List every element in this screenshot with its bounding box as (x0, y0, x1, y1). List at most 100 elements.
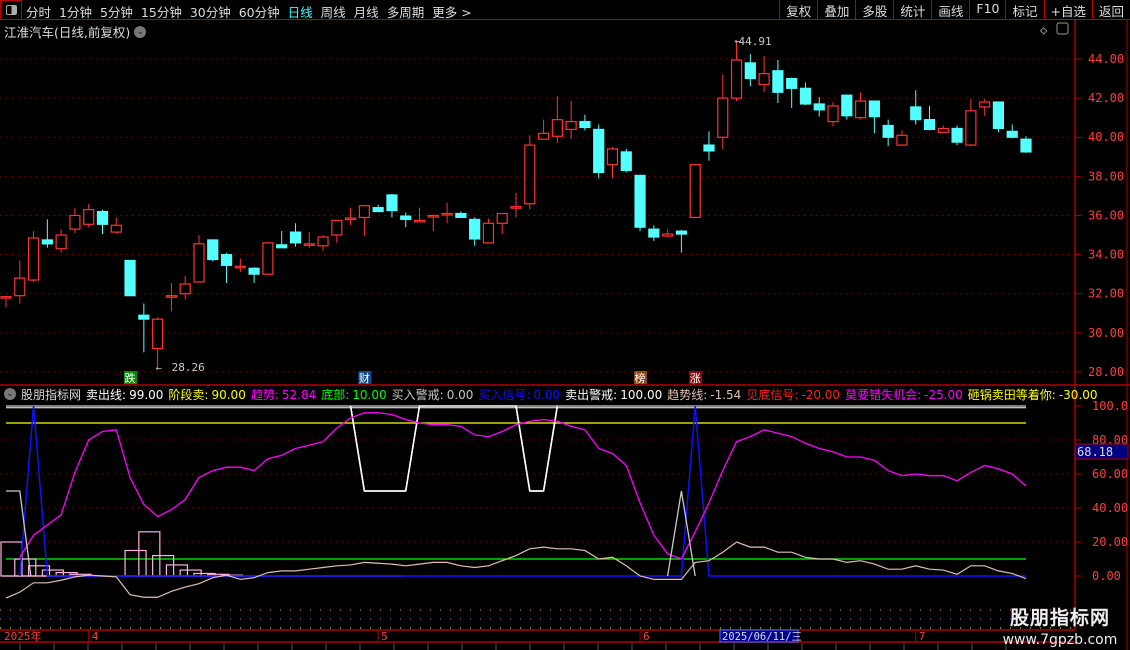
candlestick (730, 41, 743, 102)
candle-body (551, 119, 563, 137)
candlestick (841, 94, 853, 120)
candle-body (138, 314, 150, 320)
candle-body (0, 296, 12, 299)
candle-body (27, 237, 40, 281)
candle-body (923, 119, 936, 131)
candle-body (799, 87, 812, 105)
price-axis-label: 40.00 (1088, 130, 1124, 144)
chart-area[interactable]: 44.0042.0040.0038.0036.0034.0032.0030.00… (0, 0, 1130, 650)
price-axis-label: 32.00 (1088, 287, 1124, 301)
legend-value: 52.84 (281, 387, 317, 402)
candle-body (620, 151, 632, 172)
candlestick (207, 239, 219, 262)
candle-body (868, 100, 880, 118)
indicator-name[interactable]: 股朋指标网 (21, 386, 81, 403)
time-axis-label: 7 (919, 630, 926, 643)
candle-body (193, 243, 205, 283)
candlestick (827, 102, 839, 127)
candlestick (138, 303, 150, 353)
candlestick (882, 119, 894, 147)
candlestick (992, 101, 1005, 133)
sell-alert-segment (404, 405, 421, 492)
candle-body (96, 210, 109, 225)
candle-body (179, 283, 191, 295)
price-axis-label: 44.00 (1088, 52, 1124, 66)
candle-body (14, 277, 26, 297)
time-axis-label: 6 (643, 630, 650, 643)
candle-body (537, 132, 550, 140)
candlestick (744, 54, 756, 87)
indicator-menu-icon[interactable]: ⌄ (4, 388, 16, 400)
candle-body (951, 127, 963, 143)
candlestick (331, 219, 343, 243)
candlestick (689, 164, 701, 219)
candle-body (248, 267, 260, 275)
candle-body (344, 217, 357, 221)
price-axis-label: 38.00 (1088, 169, 1124, 183)
candle-body (689, 164, 701, 219)
legend-label: 趋势线: (667, 387, 708, 402)
candlestick (193, 235, 205, 283)
candle-body (413, 219, 426, 223)
legend-label: 买入警戒: (391, 387, 444, 402)
candle-body (372, 207, 384, 213)
trend-line (19, 412, 1027, 560)
signal-badge-text: 跌 (125, 371, 136, 385)
candle-body (772, 70, 784, 93)
candlestick (799, 82, 812, 105)
legend-value: 99.00 (129, 387, 164, 402)
legend-value: 0.00 (533, 387, 561, 402)
price-axis-label: 28.00 (1088, 365, 1124, 379)
candlestick (510, 192, 522, 218)
candle-body (207, 239, 219, 261)
candle-body (1006, 130, 1018, 138)
candle-body (441, 212, 453, 216)
arrow-icon: ← (735, 36, 741, 47)
candlestick (110, 217, 122, 235)
legend-label: 阶段卖: (168, 387, 209, 402)
candlestick (965, 99, 977, 147)
legend-value: -20.00 (801, 387, 841, 402)
legend-item: 见底信号: -20.00 (746, 386, 840, 403)
arrow-icon: ← (156, 363, 162, 374)
candle-body (165, 295, 178, 298)
candle-body (703, 144, 715, 152)
price-axis-label: 42.00 (1088, 91, 1124, 105)
legend-label: 趋势: (250, 387, 279, 402)
candlestick (234, 258, 246, 273)
candlestick (262, 241, 274, 275)
candlestick (455, 211, 467, 219)
candlestick (813, 97, 825, 117)
signal-badge-text: 榜 (635, 371, 646, 385)
legend-value: -30.00 (1058, 387, 1098, 402)
candlestick (303, 232, 315, 248)
sell-alert-line (349, 405, 559, 492)
candle-body (262, 242, 274, 275)
indicator-axis-label: 60.00 (1092, 467, 1128, 481)
candlestick (69, 207, 81, 234)
legend-value: -1.54 (710, 387, 742, 402)
candle-body (400, 215, 412, 220)
watermark-title: 股朋指标网 (1009, 607, 1110, 629)
candle-body (220, 254, 233, 266)
candlestick (979, 99, 991, 116)
candle-body (524, 144, 536, 205)
legend-label: 卖出线: (86, 387, 127, 402)
signal-badge-text: 涨 (690, 372, 701, 385)
time-axis-label: 5 (381, 630, 388, 643)
legend-value: -25.00 (924, 387, 963, 402)
legend-value: 0.00 (446, 387, 474, 402)
candle-body (827, 105, 839, 123)
candle-body (841, 94, 853, 117)
legend-item: 底部: 10.00 (321, 386, 386, 403)
sell-alert-segment (542, 405, 559, 492)
trend-indicator-line (5, 541, 1027, 599)
candlestick (427, 214, 439, 232)
candle-body (965, 110, 977, 146)
candlestick (951, 125, 963, 146)
bottom-signal-bar (138, 531, 161, 577)
candlestick (441, 202, 453, 224)
candlestick (937, 125, 949, 133)
candle-body (386, 194, 398, 212)
candle-body (427, 214, 439, 218)
